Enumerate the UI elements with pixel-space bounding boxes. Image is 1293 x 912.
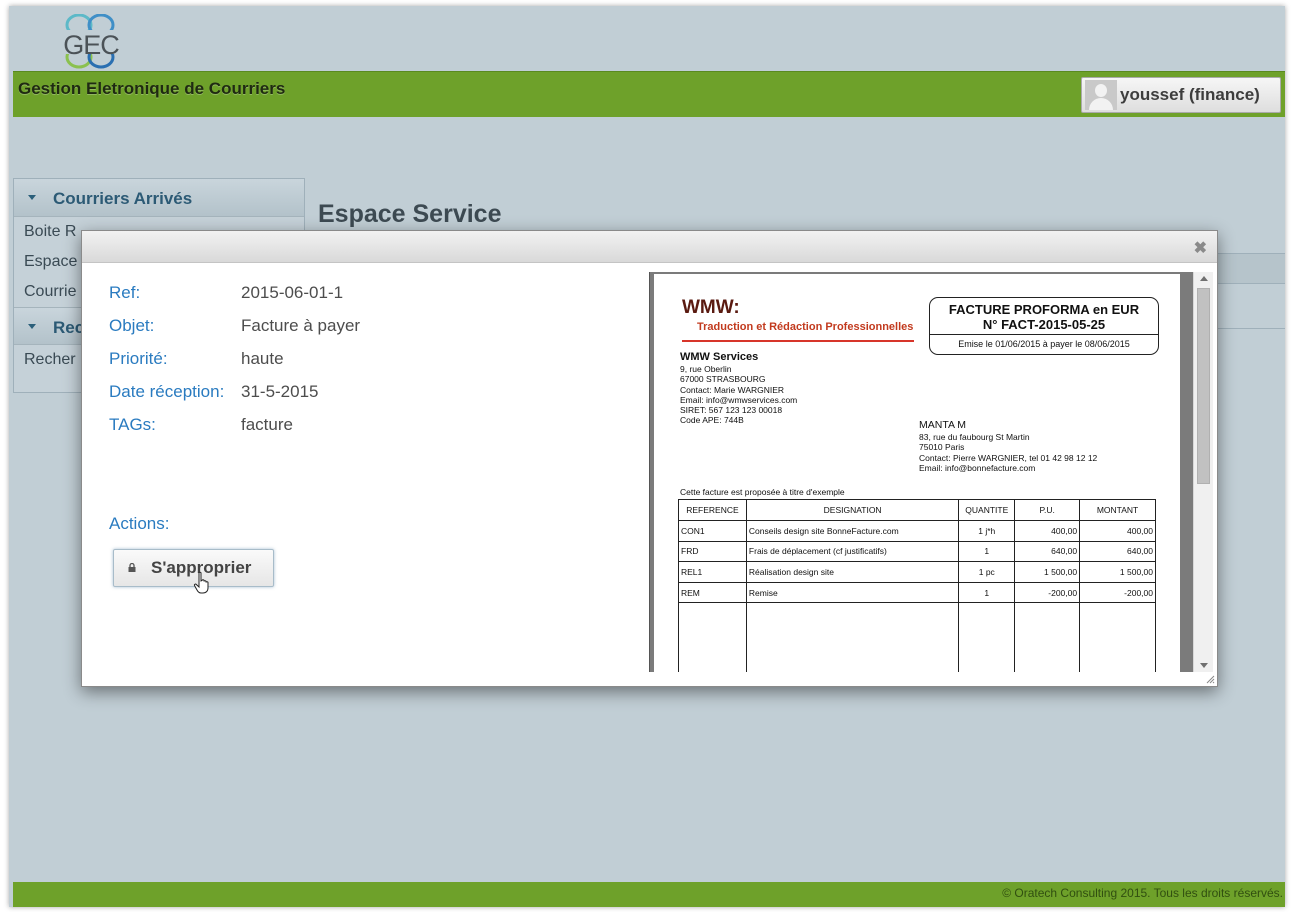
table-cell: 640,00 [1079,541,1156,563]
table-header: P.U. [1014,499,1081,521]
table-cell: 1 [958,541,1016,563]
table-row: FRD Frais de déplacement (cf justificati… [678,541,1156,563]
field-objet: Objet: Facture à payer [109,316,360,336]
table-header: REFERENCE [678,499,747,521]
field-value: Facture à payer [241,316,361,335]
divider [682,340,914,342]
resize-grip-icon[interactable] [1206,675,1215,684]
client-line: Contact: Pierre WARGNIER, tel 01 42 98 1… [919,452,1098,463]
sender-line: 67000 STRASBOURG [680,374,766,385]
gec-logo: GEC [61,13,121,70]
table-cell: REL1 [678,561,747,583]
user-avatar-icon [1085,80,1117,110]
client-name: MANTA M [919,419,967,431]
invoice-note: Cette facture est proposée à titre d'exe… [680,487,845,497]
field-value: haute [241,349,284,368]
user-name: youssef (finance) [1120,85,1260,104]
sender-line: Code APE: 744B [680,415,744,426]
invoice-title-box: FACTURE PROFORMA en EUR N° FACT-2015-05-… [929,297,1159,355]
field-label: Priorité: [109,349,168,368]
sender-name: WMW Services [680,351,759,363]
close-icon[interactable]: ✖ [1194,238,1207,258]
invoice-sender: WMW Services 9, rue Oberlin 67000 STRASB… [680,351,797,426]
table-cell: 1 [958,582,1016,604]
table-cell: 400,00 [1014,520,1081,542]
page-title: Espace Service [318,200,502,228]
field-label: Date réception: [109,382,225,401]
table-cell: 1 500,00 [1014,561,1081,583]
invoice-tagline: Traduction et Rédaction Professionnelles [697,321,914,333]
scroll-down-icon[interactable] [1200,663,1208,668]
client-line: 75010 Paris [919,442,965,453]
client-line: 83, rue du faubourg St Martin [919,432,1030,442]
field-label: Ref: [109,283,141,302]
field-value: 31-5-2015 [241,382,319,401]
table-row: REL1 Réalisation design site 1 pc 1 500,… [678,561,1156,583]
table-cell: 1 500,00 [1079,561,1156,583]
invoice-table: REFERENCE DESIGNATION QUANTITE P.U. MONT… [678,499,1156,672]
sender-line: 9, rue Oberlin [680,364,732,374]
sidebar-section-courriers-arrives[interactable]: Courriers Arrivés [14,179,304,217]
field-label: TAGs: [109,415,156,434]
sender-line: Contact: Marie WARGNIER [680,384,785,395]
background-panel [1215,253,1285,329]
field-ref: Ref: 2015-06-01-1 [109,283,343,303]
table-row: CON1 Conseils design site BonneFacture.c… [678,520,1156,542]
table-cell: 400,00 [1079,520,1156,542]
table-cell: FRD [678,541,747,563]
client-line: Email: info@bonnefacture.com [919,462,1036,473]
table-cell: Remise [745,582,960,604]
caret-down-icon [28,195,36,200]
table-cell: Conseils design site BonneFacture.com [745,520,960,542]
field-priorite: Priorité: haute [109,349,284,369]
invoice-page: WMW: Traduction et Rédaction Professionn… [654,274,1180,672]
table-header-row: REFERENCE DESIGNATION QUANTITE P.U. MONT… [678,499,1156,521]
table-cell: -200,00 [1014,582,1081,604]
sender-line: SIRET: 567 123 123 00018 [680,405,783,416]
lock-icon [128,563,136,572]
table-cell: CON1 [678,520,747,542]
footer: © Oratech Consulting 2015. Tous les droi… [13,882,1285,907]
footer-copyright: © Oratech Consulting 2015. Tous les droi… [1002,886,1283,900]
table-cell: 1 pc [958,561,1016,583]
table-row: REM Remise 1 -200,00 -200,00 [678,582,1156,604]
table-cell: 1 j*h [958,520,1016,542]
logo-text: GEC [63,30,120,60]
user-menu-button[interactable]: youssef (finance) [1081,77,1281,113]
field-value: 2015-06-01-1 [241,283,344,302]
invoice-dates: Emise le 01/06/2015 à payer le 08/06/201… [958,339,1130,349]
invoice-number: N° FACT-2015-05-25 [982,317,1106,332]
top-bar: Gestion Eletronique de Courriers youssef… [13,71,1285,117]
table-cell: REM [678,582,747,604]
table-row-empty [678,602,1156,672]
invoice-company: WMW: [682,297,740,318]
field-date-reception: Date réception: 31-5-2015 [109,382,319,402]
invoice-title: FACTURE PROFORMA en EUR [948,302,1140,317]
scroll-up-icon[interactable] [1200,276,1208,281]
field-label: Objet: [109,316,155,335]
table-cell: Réalisation design site [745,561,960,583]
sender-line: Email: info@wmwservices.com [680,394,798,405]
scroll-thumb[interactable] [1197,288,1210,484]
invoice-client: MANTA M 83, rue du faubourg St Martin 75… [919,419,1097,473]
viewer-scrollbar[interactable] [1193,272,1213,672]
hand-cursor-icon [193,571,209,594]
caret-down-icon [28,324,36,329]
table-cell: 640,00 [1014,541,1081,563]
table-header: QUANTITE [958,499,1016,521]
table-cell: Frais de déplacement (cf justificatifs) [745,541,960,563]
sidebar-section-label: Courriers Arrivés [53,189,193,208]
courrier-detail-modal: ✖ Ref: 2015-06-01-1 Objet: Facture à payer… [81,230,1218,687]
app-title: Gestion Eletronique de Courriers [18,79,286,98]
sidebar-section-label: Rec [53,318,85,337]
modal-header: ✖ [82,231,1217,263]
field-value: facture [241,415,293,434]
document-viewer[interactable]: WMW: Traduction et Rédaction Professionn… [649,272,1213,672]
table-header: DESIGNATION [745,499,960,521]
table-header: MONTANT [1079,499,1156,521]
actions-label: Actions: [109,514,170,533]
table-cell: -200,00 [1079,582,1156,604]
field-tags: TAGs: facture [109,415,293,435]
